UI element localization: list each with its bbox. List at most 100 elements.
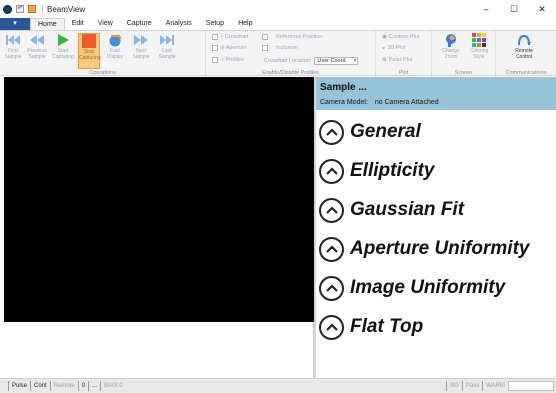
status-bg: BG [446, 381, 462, 391]
inclusion-label: Inclusion [276, 45, 298, 51]
previous-sample-label-2: Sample [28, 54, 46, 60]
crosshair-toggle[interactable]: ┼ Crosshair [212, 34, 248, 40]
tab-analysis[interactable]: Analysis [159, 18, 199, 30]
tab-home[interactable]: Home [30, 18, 65, 30]
section-flat-top[interactable]: Flat Top [319, 313, 423, 341]
file-menu-tab[interactable]: ▾ [0, 18, 30, 30]
start-capturing-label-2: Capturing [52, 54, 74, 60]
next-sample-label-2: Sample [132, 54, 150, 60]
aperture-label: Aperture [225, 45, 247, 51]
camera-display[interactable] [4, 77, 314, 322]
camera-model-label: Camera Model: [320, 99, 368, 106]
tab-capture[interactable]: Capture [120, 18, 159, 30]
first-sample-label-2: Sample [4, 54, 22, 60]
status-zero: 0 [77, 381, 88, 391]
chevron-up-icon[interactable] [319, 119, 344, 145]
crosshair-location-value: User Coord [317, 58, 346, 64]
section-general[interactable]: General [319, 118, 421, 146]
window-title: BeamView [42, 4, 85, 14]
polar-plot-label: Polar Plot [388, 57, 413, 63]
tab-edit[interactable]: Edit [65, 18, 91, 30]
section-aperture-uniformity[interactable]: Aperture Uniformity [319, 235, 529, 263]
contour-plot-button[interactable]: ◉ Contour Plot [382, 34, 419, 40]
app-logo-icon [3, 4, 12, 14]
next-sample-button[interactable]: Next Sample [130, 33, 152, 60]
chevron-up-icon[interactable] [319, 197, 344, 223]
status-pulse: Pulse [8, 381, 30, 391]
enable-disable-profiles-group: ┼ Crosshair ⊕ Aperture ⊹ Profiles Refere… [206, 31, 376, 77]
camera-model-value: no Camera Attached [374, 99, 439, 106]
crosshair-label: Crosshair [224, 34, 249, 40]
stop-capturing-label-2: Capturing [79, 55, 101, 61]
screen-group: Change Zoom Coloring Style Screen [432, 31, 496, 77]
operations-group-label: Operations [89, 70, 116, 76]
status-cont: Cont [30, 381, 50, 391]
chevron-up-icon[interactable] [319, 158, 344, 184]
section-gaussian-fit[interactable]: Gaussian Fit [319, 196, 464, 224]
profiles-checkbox[interactable] [212, 57, 218, 63]
section-general-label: General [350, 121, 421, 142]
remote-control-button[interactable]: Remote Control [504, 33, 544, 60]
previous-sample-button[interactable]: Previous Sample [26, 33, 48, 60]
tab-setup[interactable]: Setup [199, 18, 231, 30]
crosshair-icon: ┼ [220, 34, 224, 40]
status-progress-box [508, 381, 554, 391]
quick-access-button[interactable]: ↶ [16, 5, 24, 13]
section-ellipticity-label: Ellipticity [350, 160, 435, 181]
inclusion-checkbox[interactable] [262, 45, 268, 51]
reference-position-toggle[interactable]: Reference Position [262, 34, 322, 40]
section-ellipticity[interactable]: Ellipticity [319, 157, 434, 185]
aperture-checkbox[interactable] [212, 45, 218, 51]
next-icon [133, 33, 149, 47]
3d-plot-button[interactable]: ◒ 3D Plot [382, 45, 405, 51]
plot-group-label: Plot [398, 70, 409, 76]
crosshair-location-label: Crosshair Location: [264, 58, 312, 64]
chevron-up-icon[interactable] [319, 236, 344, 262]
coloring-style-button[interactable]: Coloring Style [466, 33, 492, 60]
previous-icon [29, 33, 45, 47]
chevron-up-icon[interactable] [319, 314, 344, 340]
section-aperture-uniformity-label: Aperture Uniformity [350, 238, 530, 259]
lower-left-panel [4, 322, 314, 378]
fast-display-label-2: Display [106, 54, 124, 60]
operations-group: First Sample Previous Sample Start Captu… [0, 31, 206, 77]
fast-display-button[interactable]: Fast Display [104, 33, 126, 60]
section-image-uniformity[interactable]: Image Uniformity [319, 274, 505, 302]
polar-plot-button[interactable]: ⊚ Polar Plot [382, 57, 412, 63]
crosshair-location-row: Crosshair Location: User Coord ▾ [264, 57, 359, 65]
crosshair-location-select[interactable]: User Coord ▾ [314, 57, 359, 65]
quick-access-customize-button[interactable] [28, 5, 36, 13]
change-zoom-button[interactable]: Change Zoom [438, 33, 464, 60]
inclusion-toggle[interactable]: Inclusion [262, 45, 298, 51]
maximize-button[interactable]: ☐ [500, 0, 528, 18]
first-icon [5, 33, 21, 47]
communications-group: Remote Control Communications [496, 31, 556, 77]
analysis-sections: General Ellipticity Gaussian Fit Apertur… [316, 110, 556, 378]
title-bar: ↶ BeamView – ☐ ✕ [0, 0, 556, 18]
chevron-down-icon: ▾ [353, 58, 357, 64]
chevron-up-icon[interactable] [319, 275, 344, 301]
window-controls: – ☐ ✕ [472, 0, 556, 18]
communications-group-label: Communications [505, 70, 547, 76]
status-dots: ... [88, 381, 100, 391]
crosshair-checkbox[interactable] [212, 34, 218, 40]
last-sample-button[interactable]: Last Sample [156, 33, 178, 60]
sample-panel-header: Sample ... Camera Model: no Camera Attac… [316, 77, 556, 110]
aperture-toggle[interactable]: ⊕ Aperture [212, 45, 247, 51]
plot-group: ◉ Contour Plot ◒ 3D Plot ⊚ Polar Plot Pl… [376, 31, 432, 77]
start-capturing-button[interactable]: Start Capturing [52, 33, 74, 60]
section-gaussian-fit-label: Gaussian Fit [350, 199, 465, 220]
contour-plot-label: Contour Plot [388, 34, 420, 40]
minimize-button[interactable]: – [472, 0, 500, 18]
tab-help[interactable]: Help [231, 18, 259, 30]
last-sample-label-2: Sample [158, 54, 176, 60]
stop-capturing-button[interactable]: Stop Capturing [78, 33, 101, 69]
reference-position-checkbox[interactable] [262, 34, 268, 40]
close-button[interactable]: ✕ [528, 0, 556, 18]
first-sample-button[interactable]: First Sample [2, 33, 24, 60]
coloring-style-label-2: Style [473, 54, 485, 60]
profiles-toggle[interactable]: ⊹ Profiles [212, 57, 244, 63]
tab-view[interactable]: View [91, 18, 120, 30]
camera-model-row: Camera Model: no Camera Attached [320, 99, 439, 106]
status-warm: WARM [482, 381, 508, 391]
